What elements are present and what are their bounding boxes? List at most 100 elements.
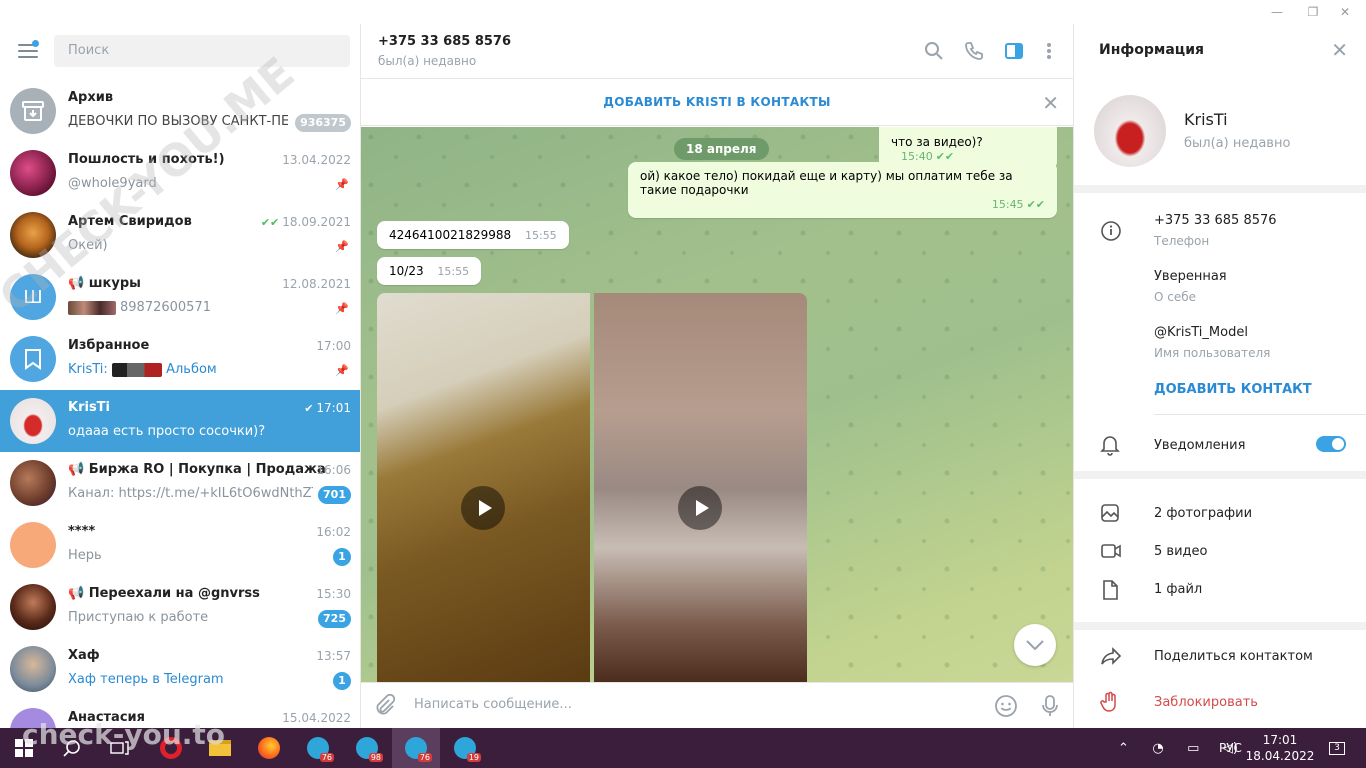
telegram-taskbar-icon[interactable]: 19 (441, 728, 489, 768)
network-icon[interactable]: ◔ (1152, 741, 1163, 756)
divider (1074, 622, 1366, 630)
emoji-icon[interactable] (994, 694, 1018, 718)
username-value[interactable]: @KrisTi_Model (1154, 325, 1248, 340)
message-input[interactable]: Написать сообщение... (414, 697, 572, 712)
message-bubble-in[interactable]: 10/23 15:55 (377, 257, 482, 285)
chat-name: Пошлость и похоть!) (68, 152, 225, 167)
chat-item[interactable]: Ш 📢 шкуры 12.08.2021 89872600571 📌 (0, 266, 360, 328)
chat-preview: Канал: https://t.me/+kIL6tO6wdNthZTJi (68, 486, 313, 501)
files-link[interactable]: 1 файл (1154, 582, 1202, 597)
scroll-down-button[interactable] (1014, 624, 1056, 666)
message-area[interactable]: 18 апреля что за видео)? 15:40 ✔✔ ой) как… (361, 127, 1073, 682)
microphone-icon[interactable] (1040, 694, 1064, 718)
avatar (10, 398, 56, 444)
battery-icon[interactable]: ▭ (1187, 741, 1199, 756)
close-icon[interactable]: ✕ (1331, 38, 1348, 62)
chat-item-archive[interactable]: Архив ДЕВОЧКИ ПО ВЫЗОВУ САНКТ-ПЕ... 9363… (0, 80, 360, 142)
chat-item[interactable]: Хаф 13:57 Хаф теперь в Telegram 1 (0, 638, 360, 700)
message-bubble-out[interactable]: ой) какое тело) покидай еще и карту) мы … (628, 162, 1057, 218)
chat-name: 📢 Переехали на @gnvrss (68, 586, 260, 601)
telegram-taskbar-icon[interactable]: 76 (294, 728, 342, 768)
share-contact-button[interactable]: Поделиться контактом (1154, 649, 1313, 664)
file-explorer-icon[interactable] (196, 728, 244, 768)
phone-icon[interactable] (964, 41, 986, 63)
telegram-taskbar-icon-active[interactable]: 76 (392, 728, 440, 768)
video-thumbnail[interactable] (594, 293, 807, 682)
firefox-logo (258, 737, 280, 759)
chat-preview: KrisTi: Альбом (68, 362, 217, 377)
photos-link[interactable]: 2 фотографии (1154, 506, 1252, 521)
sidebar-toggle-icon[interactable] (1004, 41, 1026, 63)
profile-avatar[interactable] (1094, 95, 1166, 167)
notifications-label: Уведомления (1154, 438, 1246, 453)
username-label: Имя пользователя (1154, 346, 1271, 360)
opera-icon[interactable] (147, 728, 195, 768)
notifications-toggle[interactable] (1316, 436, 1346, 452)
info-icon (1100, 220, 1122, 242)
telegram-taskbar-icon[interactable]: 98 (343, 728, 391, 768)
chevron-up-icon[interactable]: ⌃ (1118, 741, 1129, 756)
clock[interactable]: 17:01 18.04.2022 (1246, 728, 1315, 768)
chat-status: был(а) недавно (378, 54, 477, 68)
chat-panel: +375 33 685 8576 был(а) недавно ДОБАВИТЬ… (361, 24, 1073, 728)
opera-logo (160, 737, 182, 759)
add-contact-button[interactable]: ДОБАВИТЬ КОНТАКТ (1154, 382, 1312, 397)
chat-date: 13.04.2022 (282, 153, 351, 167)
search-icon[interactable] (48, 728, 96, 768)
message-bubble-in[interactable]: 4246410021829988 15:55 (377, 221, 569, 249)
message-text: ой) какое тело) покидай еще и карту) мы … (640, 169, 1013, 197)
chat-item[interactable]: Пошлость и похоть!) 13.04.2022 @whole9ya… (0, 142, 360, 204)
search-icon[interactable] (924, 41, 946, 63)
chevron-down-icon (1026, 640, 1044, 650)
chat-list-panel: Поиск Архив ДЕВОЧКИ ПО ВЫЗОВУ САНКТ-ПЕ..… (0, 24, 361, 728)
chat-name: Хаф (68, 648, 100, 663)
task-view-icon[interactable] (96, 728, 144, 768)
block-button[interactable]: Заблокировать (1154, 695, 1258, 710)
windows-start-icon[interactable] (0, 728, 48, 768)
telegram-window: — ❐ ✕ Поиск Архив ДЕВОЧКИ ПО ВЫЗОВУ САНК… (0, 0, 1366, 728)
chat-preview: @whole9yard (68, 176, 157, 191)
chat-item[interactable]: 📢 Биржа RO | Покупка | Продажа 16:06 Кан… (0, 452, 360, 514)
clock-date: 18.04.2022 (1245, 749, 1315, 763)
firefox-icon[interactable] (245, 728, 293, 768)
add-contact-link[interactable]: ДОБАВИТЬ KRISTI В КОНТАКТЫ (361, 95, 1073, 109)
play-icon[interactable] (678, 486, 722, 530)
close-window-button[interactable]: ✕ (1324, 0, 1366, 24)
bell-icon (1100, 434, 1122, 456)
play-icon[interactable] (461, 486, 505, 530)
chat-date: 16:06 (316, 463, 351, 477)
chat-date: 16:02 (316, 525, 351, 539)
thumbnail-strip (111, 362, 162, 377)
chat-item[interactable]: **** 16:02 Нерь 1 (0, 514, 360, 576)
divider (1074, 185, 1366, 193)
message-time: 15:55 (437, 265, 470, 278)
about-label: О себе (1154, 290, 1197, 304)
chat-item[interactable]: 📢 Переехали на @gnvrss 15:30 Приступаю к… (0, 576, 360, 638)
chat-date: 17:00 (316, 339, 351, 353)
date-separator: 18 апреля (674, 138, 769, 160)
phone-value[interactable]: +375 33 685 8576 (1154, 213, 1277, 228)
more-vertical-icon[interactable] (1041, 41, 1063, 63)
chat-header: +375 33 685 8576 был(а) недавно (361, 24, 1073, 79)
language-indicator[interactable]: РУС (1219, 728, 1242, 768)
message-text: 10/23 (389, 264, 424, 278)
chat-title[interactable]: +375 33 685 8576 (378, 34, 511, 49)
close-icon[interactable]: ✕ (1042, 91, 1059, 115)
video-thumbnail[interactable] (377, 293, 590, 682)
chat-item[interactable]: Артем Свиридов ✔✔ 18.09.2021 Окей) 📌 (0, 204, 360, 266)
chat-item-saved-messages[interactable]: Избранное 17:00 KrisTi: Альбом 📌 (0, 328, 360, 390)
chat-item-active[interactable]: KrisTi ✔ 17:01 одааа есть просто сосочки)… (0, 390, 360, 452)
chat-date: 15.04.2022 (282, 711, 351, 725)
about-value[interactable]: Уверенная (1154, 269, 1227, 284)
notifications-icon[interactable]: 3 (1322, 728, 1352, 768)
folder-shape (209, 740, 231, 756)
megaphone-icon: 📢 (68, 462, 89, 477)
search-input[interactable]: Поиск (54, 35, 350, 67)
videos-link[interactable]: 5 видео (1154, 544, 1207, 559)
share-icon (1100, 646, 1122, 668)
megaphone-icon: 📢 (68, 586, 89, 601)
chat-item[interactable]: Анастасия 15.04.2022 (0, 700, 360, 728)
attach-icon[interactable] (374, 693, 398, 718)
chat-preview: Приступаю к работе (68, 610, 209, 625)
compose-bar: Написать сообщение... (361, 682, 1073, 728)
